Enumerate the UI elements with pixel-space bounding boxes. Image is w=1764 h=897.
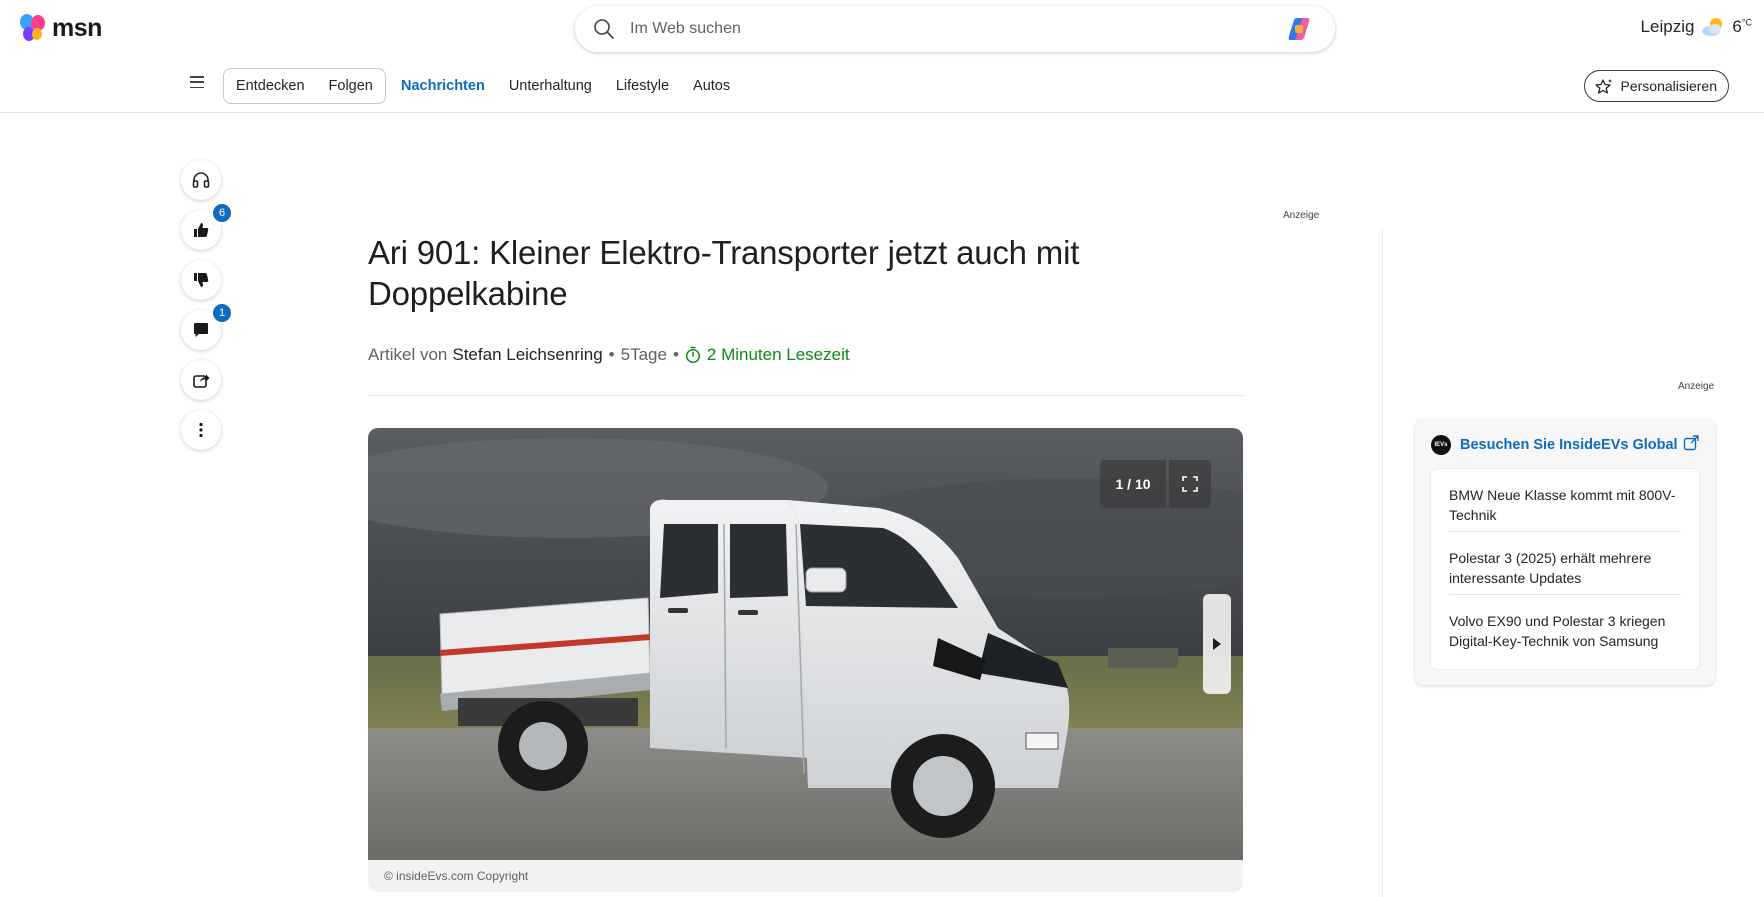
location-label: Leipzig — [1640, 17, 1695, 36]
divider — [368, 395, 1243, 396]
nav-link-nachrichten[interactable]: Nachrichten — [401, 78, 485, 94]
personalize-label: Personalisieren — [1620, 78, 1718, 94]
personalize-button[interactable]: Personalisieren — [1583, 70, 1729, 102]
logo-text: msn — [52, 13, 102, 42]
share-button[interactable] — [181, 360, 221, 400]
fullscreen-icon — [1182, 476, 1198, 492]
headphones-icon — [192, 172, 210, 188]
top-bar: msn Leipzig 6°C — [0, 0, 1764, 58]
temperature: 6°C — [1732, 17, 1752, 36]
listen-button[interactable] — [181, 160, 221, 200]
star-sparkle-icon — [1594, 79, 1612, 94]
search-icon[interactable] — [593, 18, 615, 40]
next-image-button[interactable] — [1203, 594, 1231, 694]
source-header-link[interactable]: IEVs Besuchen Sie InsideEVs Global — [1431, 435, 1678, 455]
read-time-label: 2 Minuten Lesezeit — [706, 345, 850, 364]
fullscreen-button[interactable] — [1169, 460, 1211, 508]
external-link-icon[interactable] — [1683, 435, 1699, 451]
share-icon — [193, 374, 210, 388]
ad-label: Anzeige — [1283, 210, 1320, 221]
separator-dot: • — [608, 345, 615, 364]
article-age: 5Tage — [620, 345, 667, 364]
pill-folgen[interactable]: Folgen — [317, 78, 385, 94]
more-icon — [199, 422, 203, 438]
thumbs-down-icon — [194, 273, 209, 287]
feed-toggle: Entdecken Folgen — [223, 68, 386, 104]
search-box[interactable] — [575, 6, 1335, 52]
image-counter: 1 / 10 — [1100, 460, 1166, 508]
author-name[interactable]: Stefan Leichsenring — [452, 345, 602, 365]
msn-logo[interactable]: msn — [18, 13, 102, 43]
copilot-icon[interactable] — [1285, 16, 1313, 42]
thumbs-up-icon — [194, 223, 209, 237]
temperature-unit: °C — [1741, 17, 1752, 28]
more-options-button[interactable] — [181, 410, 221, 450]
byline-prefix: Artikel von — [368, 345, 448, 364]
nav-link-autos[interactable]: Autos — [693, 78, 730, 94]
source-title[interactable]: Besuchen Sie InsideEVs Global — [1460, 437, 1678, 453]
article-title: Ari 901: Kleiner Elektro-Transporter jet… — [368, 234, 1080, 312]
related-articles-list: BMW Neue Klasse kommt mit 800V-Technik P… — [1431, 469, 1699, 669]
read-time: 2 Minuten Lesezeit — [685, 345, 850, 365]
nav-bar: Entdecken Folgen Nachrichten Unterhaltun… — [0, 58, 1764, 113]
stopwatch-icon — [685, 346, 700, 364]
related-article[interactable]: Polestar 3 (2025) erhält mehrere interes… — [1449, 532, 1681, 595]
comment-icon — [194, 323, 208, 337]
ad-label: Anzeige — [1678, 381, 1715, 392]
play-arrow-icon — [1213, 638, 1221, 650]
separator-dot: • — [672, 345, 679, 364]
column-divider — [1382, 228, 1383, 897]
nav-link-unterhaltung[interactable]: Unterhaltung — [509, 78, 592, 94]
partly-cloudy-icon — [1702, 18, 1723, 36]
menu-icon[interactable] — [190, 76, 204, 88]
likes-count-badge: 6 — [211, 202, 233, 224]
search-input[interactable] — [630, 14, 1250, 44]
related-article[interactable]: BMW Neue Klasse kommt mit 800V-Technik — [1449, 469, 1681, 532]
msn-butterfly-icon — [20, 14, 45, 41]
category-nav: Nachrichten Unterhaltung Lifestyle Autos — [401, 78, 730, 94]
weather-widget[interactable]: Leipzig 6°C — [1641, 17, 1752, 37]
like-button[interactable]: 6 — [181, 202, 233, 250]
comment-button[interactable]: 1 — [181, 302, 233, 350]
pill-entdecken[interactable]: Entdecken — [224, 78, 317, 94]
dislike-button[interactable] — [181, 260, 221, 300]
insideevs-logo: IEVs — [1431, 435, 1451, 455]
related-article[interactable]: Volvo EX90 und Polestar 3 kriegen Digita… — [1449, 595, 1681, 658]
nav-link-lifestyle[interactable]: Lifestyle — [616, 78, 669, 94]
byline: Artikel von Stefan Leichsenring • 5Tage … — [368, 345, 850, 365]
image-caption: © insideEvs.com Copyright — [368, 860, 1243, 892]
source-card: IEVs Besuchen Sie InsideEVs Global BMW N… — [1415, 419, 1715, 685]
comments-count-badge: 1 — [211, 302, 233, 324]
